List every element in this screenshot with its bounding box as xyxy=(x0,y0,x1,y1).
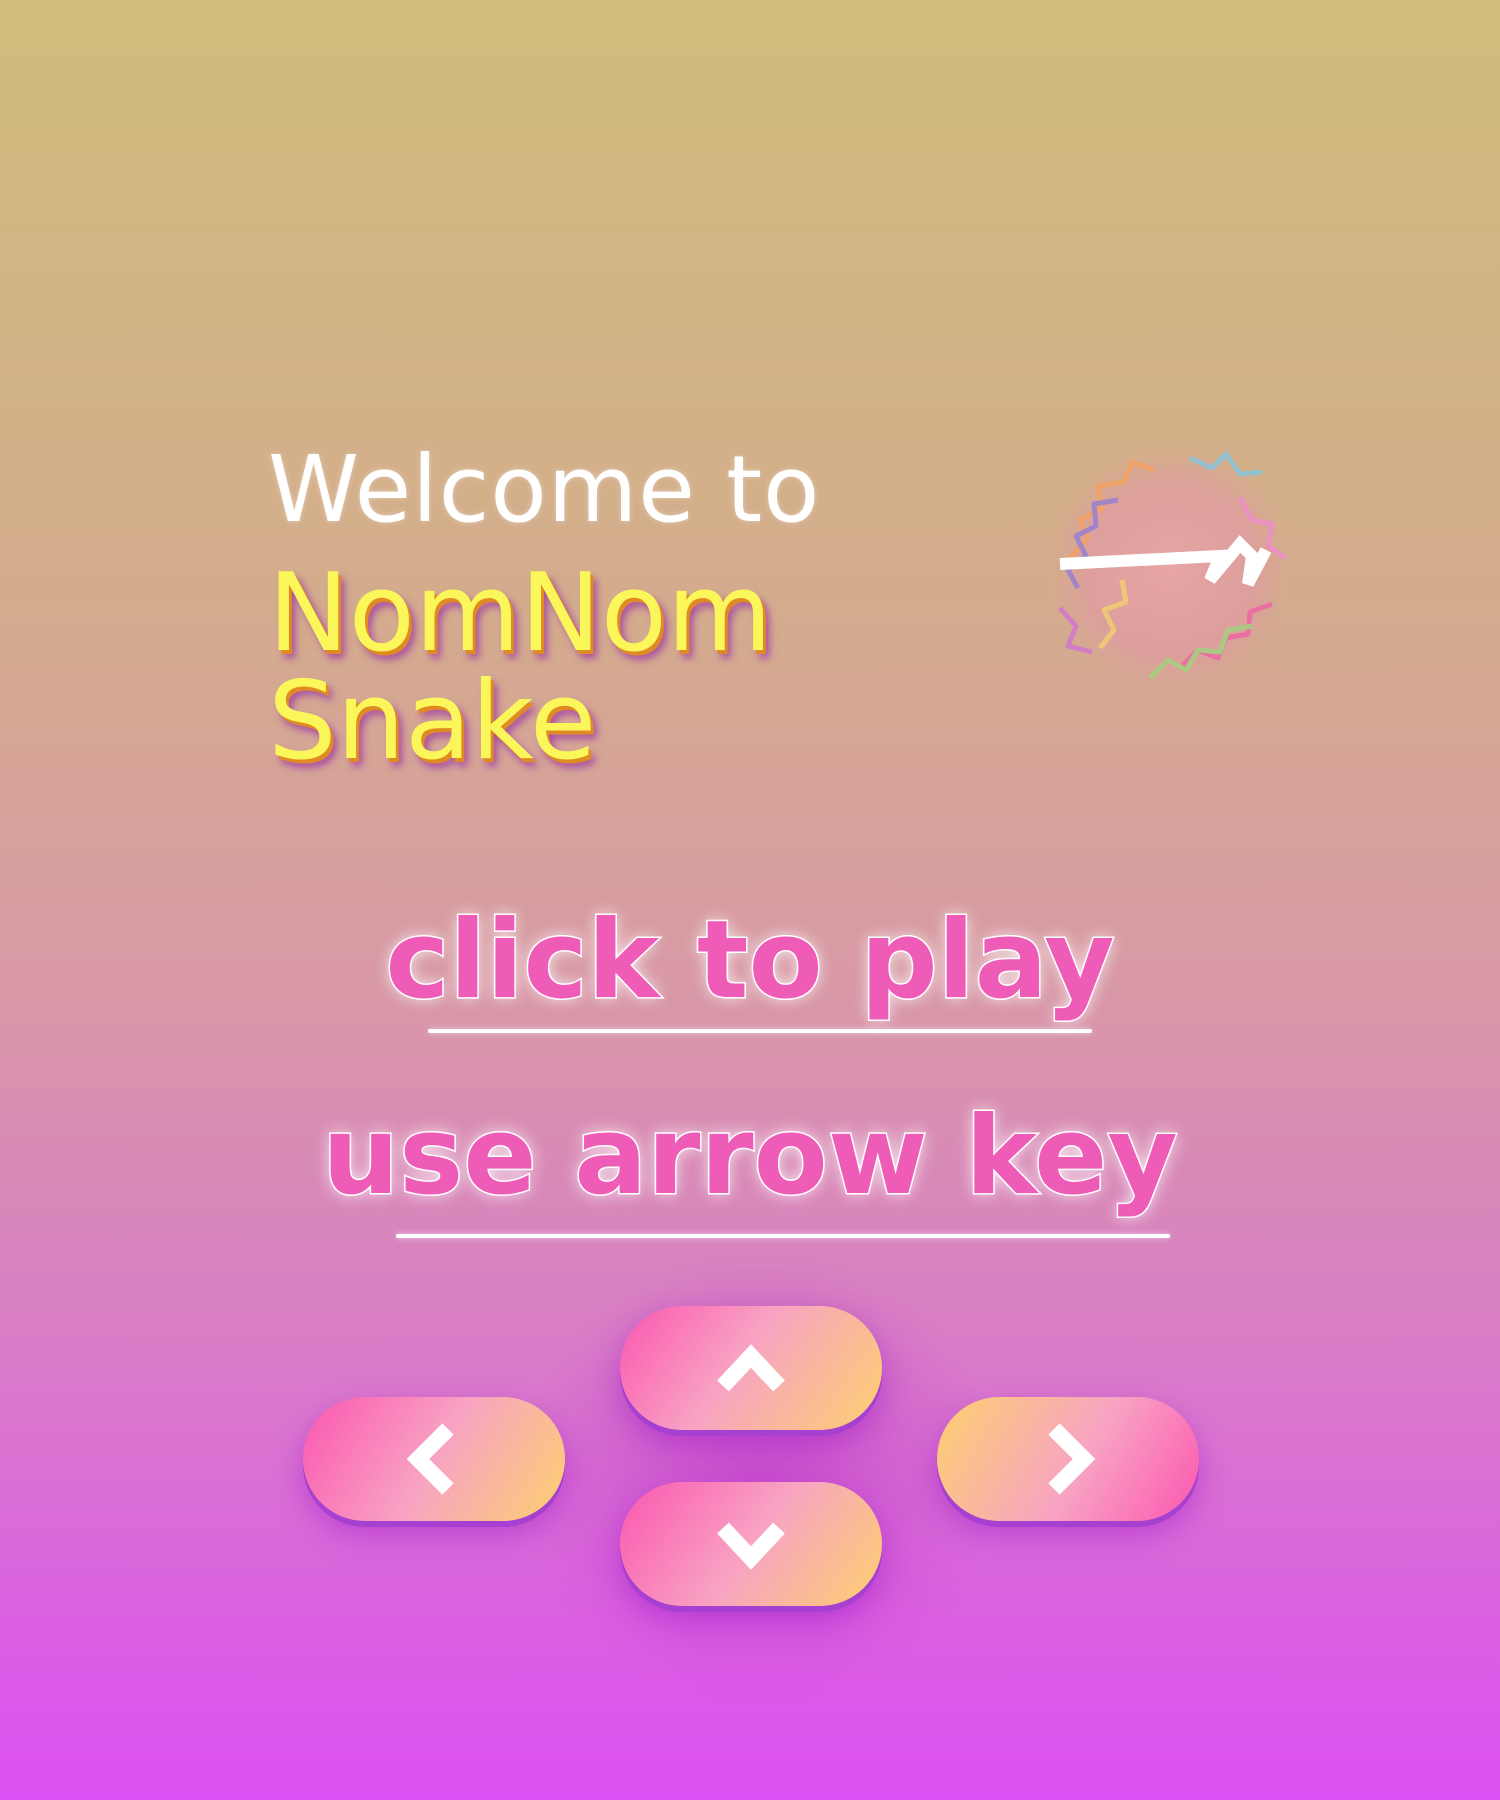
game-title-line-1: NomNom xyxy=(268,551,773,676)
instruction-underline xyxy=(396,1234,1170,1238)
chevron-up-icon xyxy=(717,1344,785,1392)
chevron-left-icon xyxy=(406,1423,454,1495)
arrow-key-instruction: use arrow key xyxy=(321,1093,1180,1221)
down-arrow-button[interactable] xyxy=(620,1482,882,1606)
logo-swirl-icon xyxy=(1050,448,1290,688)
right-arrow-button[interactable] xyxy=(937,1397,1199,1521)
chevron-down-icon xyxy=(717,1522,785,1570)
game-title: NomNom Snake xyxy=(268,560,772,776)
welcome-text: Welcome to xyxy=(268,436,821,543)
game-title-line-2: Snake xyxy=(268,659,597,784)
play-underline xyxy=(428,1029,1092,1033)
up-arrow-button[interactable] xyxy=(620,1306,882,1430)
chevron-right-icon xyxy=(1048,1423,1096,1495)
click-to-play-button[interactable]: click to play xyxy=(0,897,1500,1025)
spinning-logo xyxy=(1040,438,1300,698)
left-arrow-button[interactable] xyxy=(303,1397,565,1521)
